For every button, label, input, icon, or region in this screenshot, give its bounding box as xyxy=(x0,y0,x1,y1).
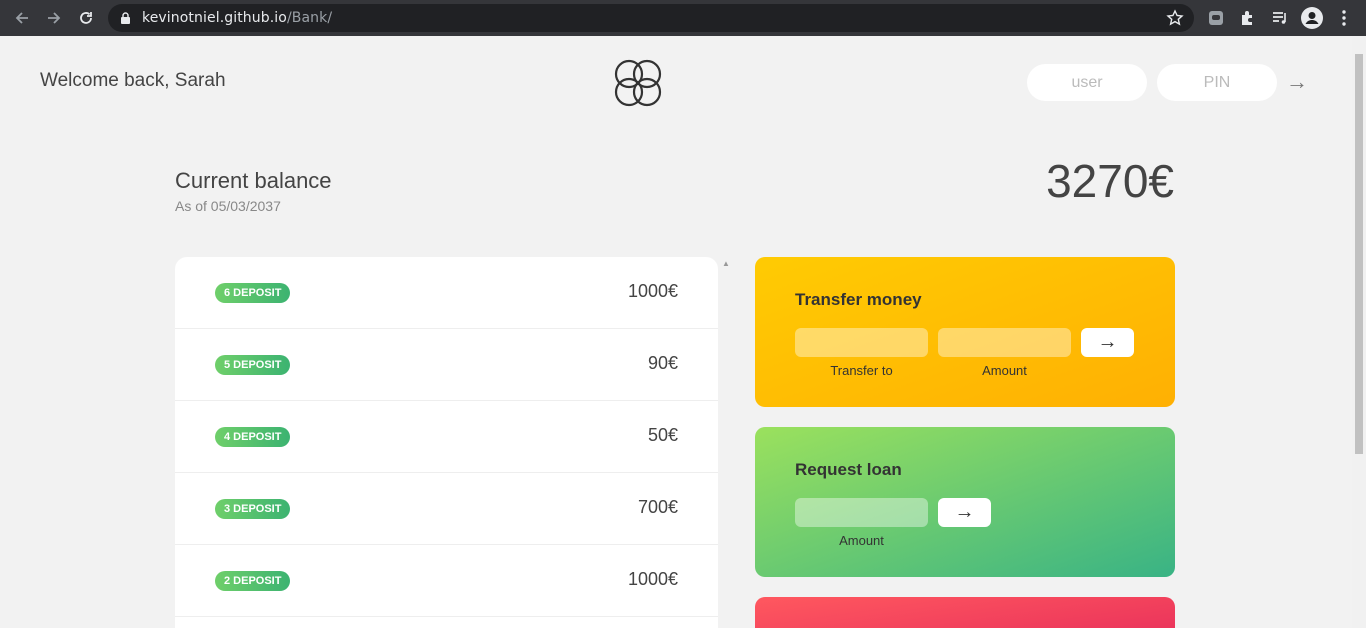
forward-icon[interactable] xyxy=(42,6,66,30)
movement-type-badge: 6 DEPOSIT xyxy=(215,283,291,303)
movement-row: 3 DEPOSIT 700€ xyxy=(175,473,718,545)
transfer-submit-button[interactable]: → xyxy=(1081,328,1134,357)
close-account-panel xyxy=(755,597,1175,628)
movement-type-badge: 5 DEPOSIT xyxy=(215,355,291,375)
transfer-amount-input[interactable] xyxy=(938,328,1071,357)
movement-value: 50€ xyxy=(647,425,678,445)
movements-scroll-up-icon[interactable]: ▲ xyxy=(722,259,730,268)
lock-icon xyxy=(120,12,131,30)
balance-label: Current balance xyxy=(175,168,332,193)
loan-amount-input[interactable] xyxy=(795,498,928,527)
movement-row: 2 DEPOSIT 1000€ xyxy=(175,545,718,617)
browser-toolbar: kevinotniel.github.io/Bank/ xyxy=(0,0,1366,36)
transfer-to-label: Transfer to xyxy=(830,363,893,378)
url-host: kevinotniel.github.io xyxy=(142,10,287,26)
movement-type-badge: 3 DEPOSIT xyxy=(215,499,291,519)
loan-title: Request loan xyxy=(795,460,902,479)
movement-type-badge: 4 DEPOSIT xyxy=(215,427,291,447)
transfer-panel: Transfer money → Transfer to Amount xyxy=(755,257,1175,407)
balance-date: As of 05/03/2037 xyxy=(175,198,281,214)
loan-panel: Request loan → Amount xyxy=(755,427,1175,577)
movements-list[interactable]: 6 DEPOSIT 1000€ 5 DEPOSIT 90€ 4 DEPOSIT … xyxy=(175,257,718,628)
extensions-puzzle-icon[interactable] xyxy=(1236,6,1260,30)
login-arrow-button[interactable]: → xyxy=(1286,69,1308,95)
url-path: /Bank/ xyxy=(286,10,333,26)
movement-row: 4 DEPOSIT 50€ xyxy=(175,401,718,473)
movement-row: 5 DEPOSIT 90€ xyxy=(175,329,718,401)
profile-avatar-icon[interactable] xyxy=(1300,6,1324,30)
browser-menu-icon[interactable] xyxy=(1332,6,1356,30)
transfer-amount-label: Amount xyxy=(982,363,1027,378)
app-logo-icon xyxy=(611,56,665,115)
page-scrollbar[interactable] xyxy=(1352,36,1366,628)
address-bar[interactable]: kevinotniel.github.io/Bank/ xyxy=(108,4,1194,32)
loan-amount-label: Amount xyxy=(839,533,884,548)
login-user-input[interactable]: user xyxy=(1027,64,1147,101)
extension-chat-icon[interactable] xyxy=(1204,6,1228,30)
media-queue-icon[interactable] xyxy=(1268,6,1292,30)
transfer-title: Transfer money xyxy=(795,290,922,309)
movement-value: 700€ xyxy=(637,497,678,517)
movement-value: 90€ xyxy=(647,353,678,373)
login-pin-input[interactable]: PIN xyxy=(1157,64,1277,101)
transfer-to-input[interactable] xyxy=(795,328,928,357)
bank-app: Welcome back, Sarah user PIN → Current b… xyxy=(0,36,1352,628)
bookmark-star-icon[interactable] xyxy=(1166,9,1184,32)
welcome-message: Welcome back, Sarah xyxy=(40,70,226,91)
back-icon[interactable] xyxy=(10,6,34,30)
movement-row: 6 DEPOSIT 1000€ xyxy=(175,257,718,329)
reload-icon[interactable] xyxy=(74,6,98,30)
url-text: kevinotniel.github.io/Bank/ xyxy=(142,10,332,26)
scrollbar-thumb[interactable] xyxy=(1355,54,1363,454)
movement-value: 1000€ xyxy=(627,281,678,301)
loan-submit-button[interactable]: → xyxy=(938,498,991,527)
movement-value: 1000€ xyxy=(627,569,678,589)
balance-amount: 3270€ xyxy=(1046,155,1174,207)
movement-type-badge: 2 DEPOSIT xyxy=(215,571,291,591)
